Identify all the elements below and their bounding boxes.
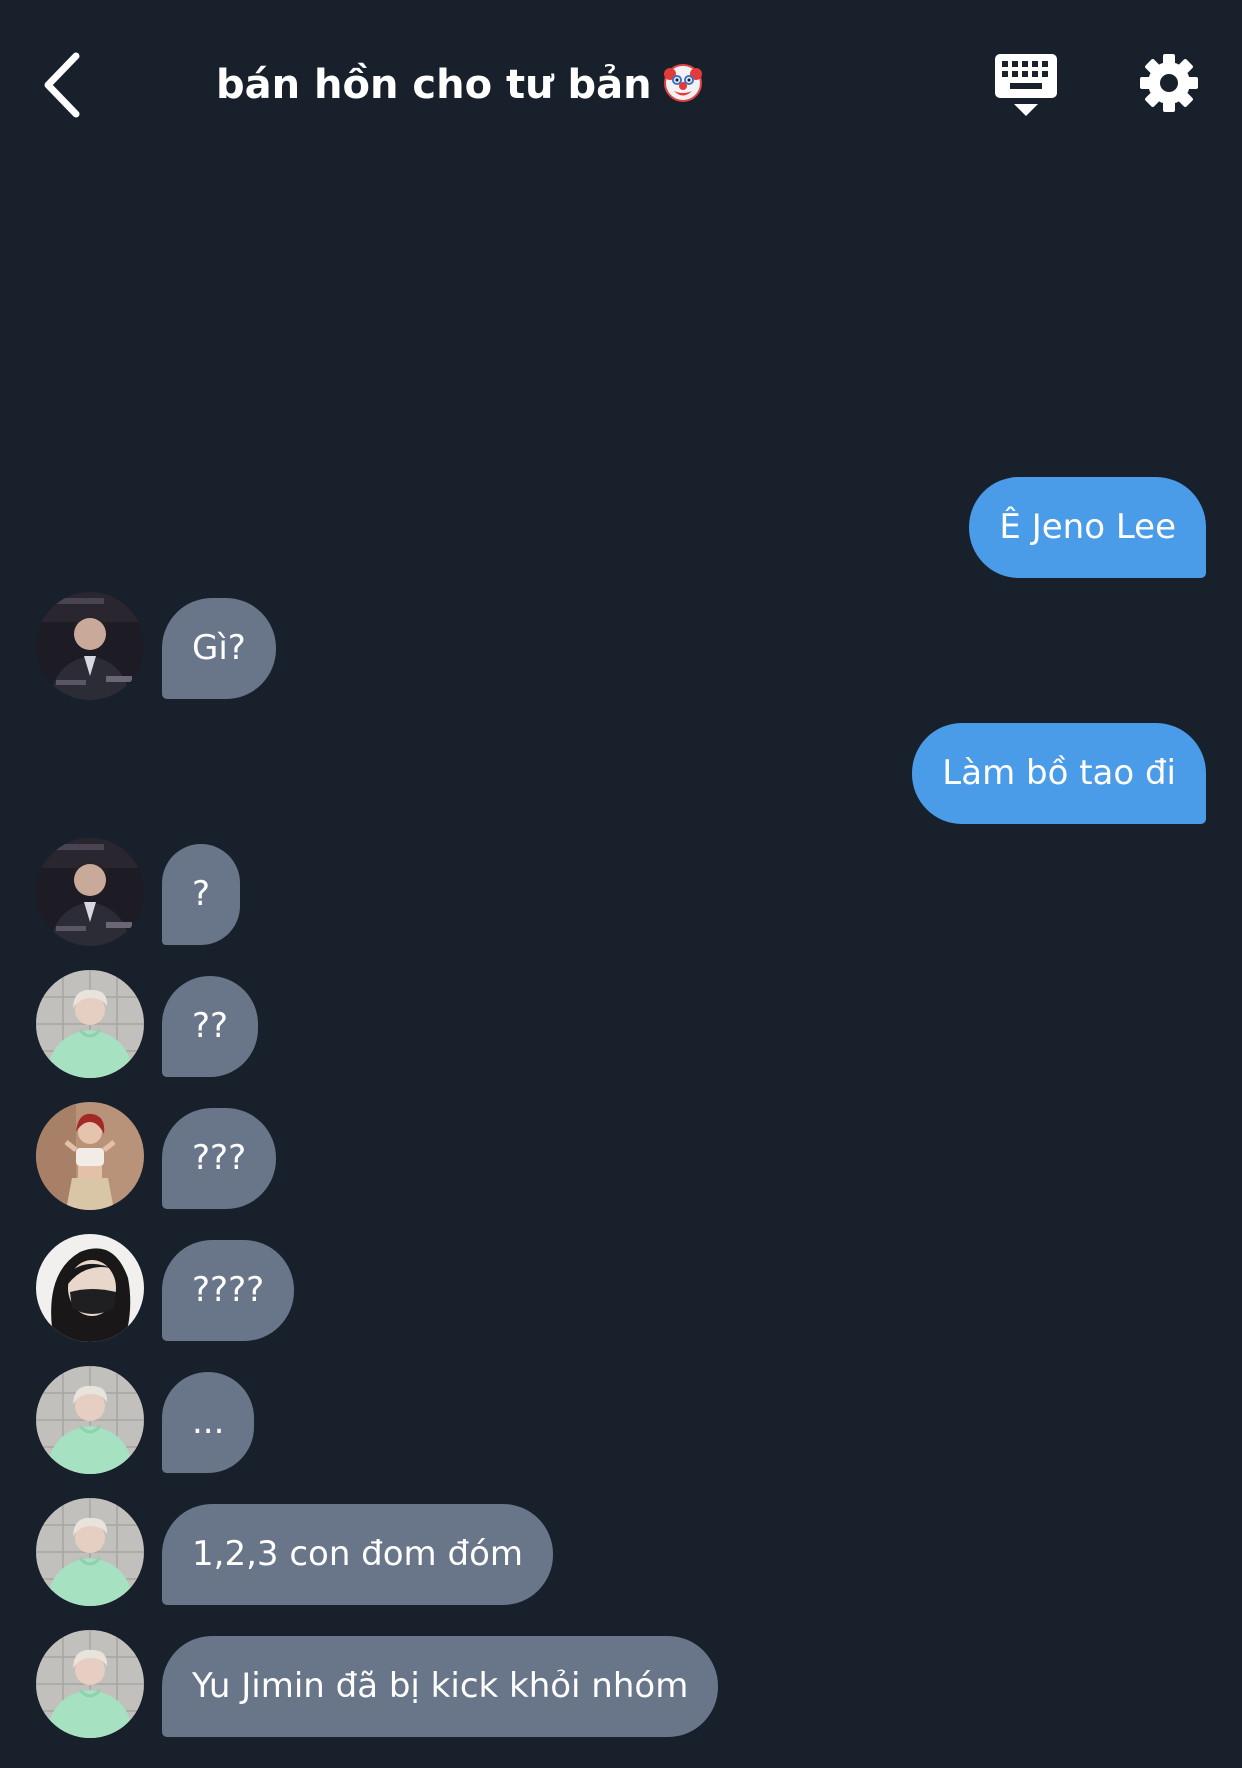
outgoing-message-bubble[interactable]: Làm bồ tao đi [912,723,1206,824]
message-text: ???? [192,1270,265,1310]
avatar-green-hoodie[interactable] [36,1498,144,1606]
incoming-message-bubble[interactable]: 1,2,3 con đom đóm [162,1504,553,1605]
message-text: Yu Jimin đã bị kick khỏi nhóm [192,1666,689,1706]
incoming-message-bubble[interactable]: ... [162,1372,255,1473]
chat-header: bán hồn cho tư bản [0,0,1242,170]
avatar-green-hoodie[interactable] [36,970,144,1078]
outgoing-message-bubble[interactable]: Ê Jeno Lee [969,477,1206,578]
message-text: Làm bồ tao đi [942,753,1176,793]
incoming-message-bubble[interactable]: Yu Jimin đã bị kick khỏi nhóm [162,1636,719,1737]
message-text: 1,2,3 con đom đóm [192,1534,523,1574]
incoming-message-bubble[interactable]: ??? [162,1108,277,1209]
message-text: ? [192,874,211,914]
message-text: ... [192,1402,225,1442]
avatar-suit[interactable] [36,592,144,700]
chat-title: bán hồn cho tư bản [216,55,704,115]
avatar-suit[interactable] [36,838,144,946]
keyboard-button[interactable] [993,52,1059,118]
message-text: ?? [192,1006,229,1046]
incoming-message-bubble[interactable]: ? [162,844,241,945]
chat-title-text: bán hồn cho tư bản [216,62,652,108]
message-text: Gì? [192,628,246,668]
incoming-message-bubble[interactable]: ???? [162,1240,295,1341]
avatar-black-mask[interactable] [36,1234,144,1342]
clown-face-icon [663,64,702,102]
avatar-green-hoodie[interactable] [36,1366,144,1474]
incoming-message-bubble[interactable]: ?? [162,976,259,1077]
back-button[interactable] [40,50,90,120]
keyboard-icon [995,54,1057,116]
gear-icon [1140,54,1198,112]
incoming-message-bubble[interactable]: Gì? [162,598,276,699]
settings-button[interactable] [1139,53,1199,113]
avatar-red-hair[interactable] [36,1102,144,1210]
message-text: ??? [192,1138,247,1178]
avatar-green-hoodie[interactable] [36,1630,144,1738]
message-text: Ê Jeno Lee [999,507,1176,547]
chevron-left-icon [44,52,80,118]
